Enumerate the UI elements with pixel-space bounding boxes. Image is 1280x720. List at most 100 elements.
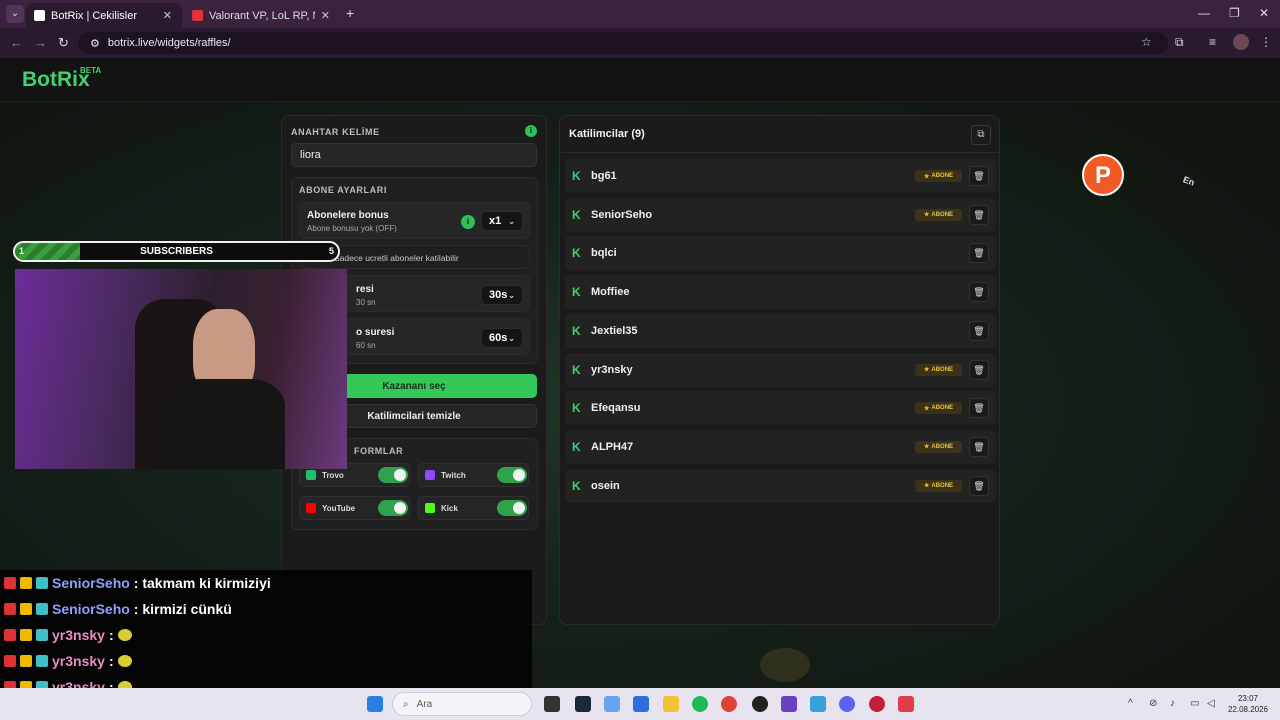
bookmark-star-icon[interactable]: ☆ bbox=[1141, 35, 1152, 49]
kick-icon: K bbox=[572, 323, 581, 338]
second-duration-select[interactable]: 60s ⌄ bbox=[481, 328, 523, 348]
delete-participant-button[interactable]: 🗑 bbox=[969, 436, 989, 457]
participants-panel: Katilimcilar (9) ⧉ Kbg61 ★ ABONE 🗑 K SeniorSe… bbox=[559, 115, 1000, 625]
app-icon[interactable] bbox=[781, 696, 797, 712]
participant-row: Kbg61 ★ ABONE 🗑 bbox=[565, 159, 996, 193]
minimize-button[interactable]: — bbox=[1198, 6, 1210, 20]
browser-toolbar: ← → ↻ ⚙ botrix.live/widgets/raffles/ ☆ ⧉… bbox=[0, 28, 1280, 58]
trovo-toggle[interactable] bbox=[378, 467, 408, 483]
search-icon: ⌕ bbox=[403, 698, 409, 710]
chrome-icon[interactable] bbox=[721, 696, 737, 712]
emote-icon bbox=[117, 629, 132, 641]
chat-text: : bbox=[108, 653, 114, 669]
new-tab-button[interactable]: + bbox=[346, 5, 354, 21]
steam-icon[interactable] bbox=[575, 696, 591, 712]
keyword-label: ANAHTAR KELİME bbox=[291, 127, 380, 137]
media-icon[interactable]: ≡ bbox=[1209, 35, 1216, 49]
close-icon[interactable]: ✕ bbox=[321, 9, 330, 22]
settings-icon[interactable] bbox=[810, 696, 826, 712]
explorer-icon[interactable] bbox=[663, 696, 679, 712]
info-icon[interactable]: i bbox=[525, 125, 537, 137]
delete-participant-button[interactable]: 🗑 bbox=[969, 359, 989, 380]
maximize-button[interactable]: ❐ bbox=[1229, 6, 1240, 20]
profile-avatar[interactable] bbox=[1233, 34, 1249, 50]
bonus-value: x1 bbox=[489, 215, 502, 227]
trovo-icon bbox=[306, 470, 316, 480]
delete-participant-button[interactable]: 🗑 bbox=[969, 398, 989, 419]
subscriber-badge: ★ ABONE bbox=[915, 440, 962, 453]
menu-icon[interactable]: ⋮ bbox=[1260, 35, 1272, 49]
duration-select[interactable]: 30s ⌄ bbox=[481, 285, 523, 305]
twitch-toggle[interactable] bbox=[497, 467, 527, 483]
participant-name: osein bbox=[591, 479, 620, 492]
network-icon[interactable]: ⊘ bbox=[1149, 698, 1157, 709]
bonus-title: Abonelere bonus bbox=[307, 210, 389, 221]
close-icon[interactable]: ✕ bbox=[163, 9, 172, 22]
participant-name: bg61 bbox=[591, 170, 617, 182]
delete-participant-button[interactable]: 🗑 bbox=[969, 204, 989, 225]
webcam-body-shape bbox=[165, 379, 285, 469]
volume-icon[interactable]: ◁ bbox=[1207, 698, 1215, 709]
tray-chevron-icon[interactable]: ^ bbox=[1128, 698, 1133, 709]
tab-botrix[interactable]: BotRix | Cekilisler ✕ bbox=[26, 3, 182, 28]
kick-icon: K bbox=[572, 207, 581, 222]
taskbar-clock[interactable]: 23:07 22.08.2026 bbox=[1220, 693, 1276, 715]
chat-badge-icon bbox=[4, 603, 16, 615]
subscriber-badge: ★ ABONE bbox=[915, 479, 962, 492]
bonus-info-icon[interactable]: i bbox=[461, 215, 475, 229]
p-logo-icon: P bbox=[1082, 154, 1124, 196]
delete-participant-button[interactable]: 🗑 bbox=[969, 320, 989, 341]
spotify-icon[interactable] bbox=[692, 696, 708, 712]
extensions-icon[interactable]: ⧉ bbox=[1175, 35, 1184, 50]
display-icon[interactable]: ▭ bbox=[1190, 698, 1199, 709]
delete-participant-button[interactable]: 🗑 bbox=[969, 282, 989, 303]
valorant-icon[interactable] bbox=[898, 696, 914, 712]
beta-badge: BETA bbox=[80, 66, 102, 75]
chat-message: SeniorSeho: kirmizi cünkü bbox=[4, 597, 232, 621]
participant-row: Kbqlci 🗑 bbox=[565, 236, 996, 271]
start-icon[interactable] bbox=[367, 696, 383, 712]
reload-button[interactable]: ↻ bbox=[58, 35, 69, 51]
delete-participant-button[interactable]: 🗑 bbox=[969, 475, 989, 496]
chat-message: yr3nsky: bbox=[4, 649, 132, 673]
sub-goal-target: 5 bbox=[328, 246, 334, 256]
participants-title: Katilimcilar (9) bbox=[569, 128, 645, 140]
youtube-toggle[interactable] bbox=[378, 500, 408, 516]
chat-overlay: SeniorSeho: takmam ki kirmiziyi SeniorSeh… bbox=[0, 570, 532, 695]
kick-icon: K bbox=[572, 169, 581, 183]
badge-label: ABONE bbox=[931, 173, 954, 179]
participant-name: bqlci bbox=[591, 247, 617, 260]
taskbar-search[interactable]: ⌕ Ara bbox=[392, 692, 532, 716]
address-bar[interactable]: ⚙ botrix.live/widgets/raffles/ bbox=[78, 32, 1168, 54]
chevron-down-icon: ⌄ bbox=[508, 290, 515, 300]
task-view-icon[interactable] bbox=[544, 696, 560, 712]
participant-name: Efeqansu bbox=[591, 402, 641, 415]
subscriber-badge: ★ ABONE bbox=[915, 363, 962, 376]
site-info-icon[interactable]: ⚙ bbox=[90, 37, 100, 50]
tab-search-button[interactable]: ⌄ bbox=[6, 5, 24, 23]
kick-toggle[interactable] bbox=[497, 500, 527, 516]
participant-name: Moffiee bbox=[591, 286, 630, 299]
bonus-select[interactable]: x1 ⌄ bbox=[481, 211, 523, 231]
star-icon: ★ bbox=[923, 405, 930, 412]
tab-valorant[interactable]: Valorant VP, LoL RP, Metin2 EP ✕ bbox=[184, 3, 340, 28]
copy-icon[interactable]: ⧉ bbox=[971, 125, 991, 145]
delete-participant-button[interactable]: 🗑 bbox=[969, 166, 989, 186]
obs-icon[interactable] bbox=[752, 696, 768, 712]
star-icon: ★ bbox=[923, 173, 930, 180]
delete-participant-button[interactable]: 🗑 bbox=[969, 243, 989, 264]
copilot-icon[interactable] bbox=[604, 696, 620, 712]
botrix-favicon-icon bbox=[34, 10, 45, 21]
chat-badge-icon bbox=[20, 629, 32, 641]
close-window-button[interactable]: ✕ bbox=[1259, 6, 1269, 20]
discord-icon[interactable] bbox=[839, 696, 855, 712]
keyword-input[interactable]: liora bbox=[291, 143, 537, 167]
forward-button[interactable]: → bbox=[34, 35, 47, 50]
app-red-icon[interactable] bbox=[869, 696, 885, 712]
platforms-label: FORMLAR bbox=[354, 446, 404, 456]
store-icon[interactable] bbox=[633, 696, 649, 712]
chat-badge-icon bbox=[20, 603, 32, 615]
back-button[interactable]: ← bbox=[10, 35, 23, 50]
mic-icon[interactable]: ♪ bbox=[1170, 698, 1175, 709]
webcam-video bbox=[15, 269, 347, 469]
